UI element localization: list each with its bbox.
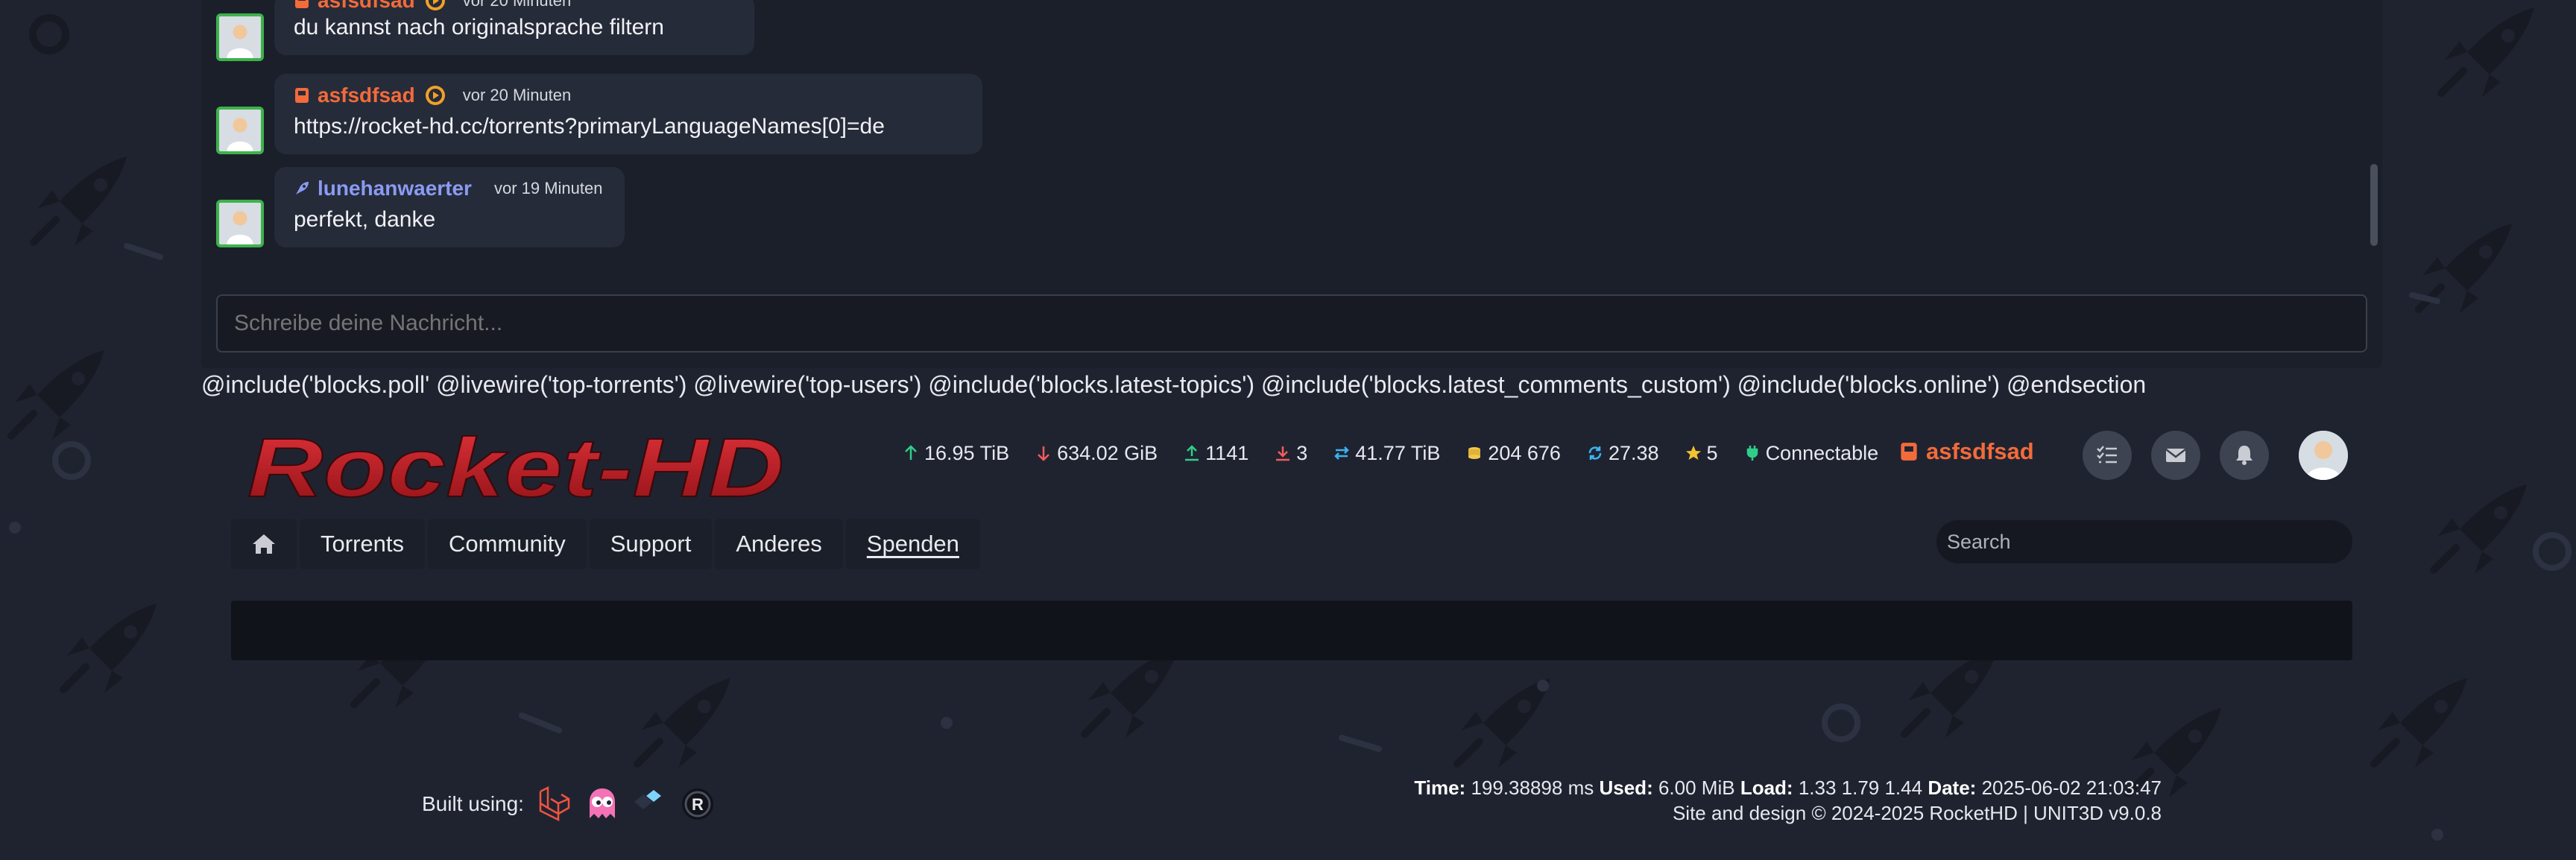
search-input[interactable]	[1936, 520, 2352, 563]
messages-button[interactable]	[2151, 431, 2200, 480]
seeding-icon	[1185, 445, 1199, 461]
mail-icon	[2165, 449, 2186, 462]
coins-icon	[1468, 447, 1481, 459]
message-time: vor 19 Minuten	[493, 179, 603, 197]
notifications-button[interactable]	[2220, 431, 2269, 480]
site-logo[interactable]: Rocket-HD	[240, 422, 792, 510]
tasks-button[interactable]	[2083, 431, 2132, 480]
laravel-icon[interactable]	[536, 785, 573, 823]
stat-leeching[interactable]: 3	[1274, 442, 1307, 465]
leeching-icon	[1276, 446, 1290, 461]
user-avatar[interactable]	[216, 200, 264, 247]
stat-ratio[interactable]: 27.38	[1586, 442, 1659, 465]
content-placeholder-box	[231, 601, 2352, 660]
message-bubble: asfsdfsad vor 20 Minuten du kannst nach …	[274, 0, 754, 55]
nav-community[interactable]: Community	[427, 519, 587, 569]
uploader-badge-icon	[1901, 443, 1917, 461]
chat-scrollbar[interactable]	[2370, 164, 2378, 246]
alpine-icon[interactable]	[584, 785, 621, 823]
message-time: vor 20 Minuten	[462, 86, 572, 104]
chat-message-input[interactable]	[216, 294, 2367, 352]
nav-anderes[interactable]: Anderes	[715, 519, 843, 569]
stat-download[interactable]: 634.02 GiB	[1035, 442, 1158, 465]
message-username[interactable]: asfsdfsad	[318, 83, 415, 107]
uploader-badge-icon	[295, 0, 309, 8]
nav-torrents[interactable]: Torrents	[300, 519, 425, 569]
plug-icon	[1746, 446, 1758, 461]
upload-arrow-icon	[905, 445, 917, 460]
nav-support[interactable]: Support	[589, 519, 713, 569]
stat-freeleech-tokens[interactable]: 5	[1685, 442, 1718, 465]
message-username[interactable]: lunehanwaerter	[318, 177, 472, 200]
message-time: vor 20 Minuten	[462, 0, 572, 10]
nav-spenden[interactable]: Spenden	[845, 519, 980, 569]
footer-stats-line: Time: 199.38898 ms Used: 6.00 MiB Load: …	[1414, 777, 2162, 799]
tasks-icon	[2097, 446, 2117, 464]
logo-text: Rocket-HD	[247, 422, 784, 510]
built-using: Built using: R	[422, 785, 727, 823]
message-username[interactable]: asfsdfsad	[318, 0, 415, 13]
bell-icon	[2236, 446, 2253, 465]
rocket-icon	[296, 182, 309, 195]
message-text: https://rocket-hd.cc/torrents?primaryLan…	[294, 114, 885, 139]
user-avatar[interactable]	[216, 107, 264, 154]
main-navigation: Torrents Community Support Anderes Spend…	[231, 519, 983, 569]
star-icon	[1685, 446, 1701, 460]
header-username: asfsdfsad	[1926, 438, 2034, 464]
ratio-icon	[1588, 446, 1602, 460]
stat-bonus[interactable]: 204 676	[1465, 442, 1561, 465]
profile-avatar-button[interactable]	[2299, 431, 2348, 480]
footer-copyright: Site and design © 2024-2025 RocketHD | U…	[1672, 802, 2162, 824]
uploader-badge-icon	[295, 88, 309, 103]
footer-info: Time: 199.38898 ms Used: 6.00 MiB Load: …	[1414, 775, 2162, 826]
user-stats-bar: 16.95 TiB 634.02 GiB 1141 3 41.77 TiB 20…	[902, 438, 1904, 468]
message-bubble: lunehanwaerter vor 19 Minuten perfekt, d…	[274, 167, 625, 247]
built-using-label: Built using:	[422, 792, 524, 815]
stat-seeding[interactable]: 1141	[1183, 442, 1248, 465]
message-text: perfekt, danke	[294, 207, 436, 232]
message-text: du kannst nach originalsprache filtern	[294, 15, 664, 39]
play-icon	[425, 86, 445, 105]
user-avatar[interactable]	[216, 13, 264, 61]
stat-connectable[interactable]: Connectable	[1743, 442, 1878, 465]
buffer-icon	[1334, 446, 1350, 460]
tailwind-icon[interactable]	[631, 785, 669, 823]
avatar-icon	[2299, 431, 2348, 480]
unit3d-icon[interactable]: R	[679, 785, 716, 823]
template-debug-text: @include('blocks.poll' @livewire('top-to…	[201, 371, 2147, 398]
nav-home[interactable]	[231, 519, 297, 569]
header-username-link[interactable]: asfsdfsad	[1899, 438, 2034, 465]
play-icon	[425, 0, 445, 10]
download-arrow-icon	[1038, 446, 1049, 461]
stat-buffer[interactable]: 41.77 TiB	[1333, 442, 1440, 465]
message-bubble: asfsdfsad vor 20 Minuten https://rocket-…	[274, 74, 982, 154]
svg-text:R: R	[692, 795, 704, 814]
stat-upload[interactable]: 16.95 TiB	[902, 442, 1009, 465]
home-icon	[253, 534, 275, 554]
